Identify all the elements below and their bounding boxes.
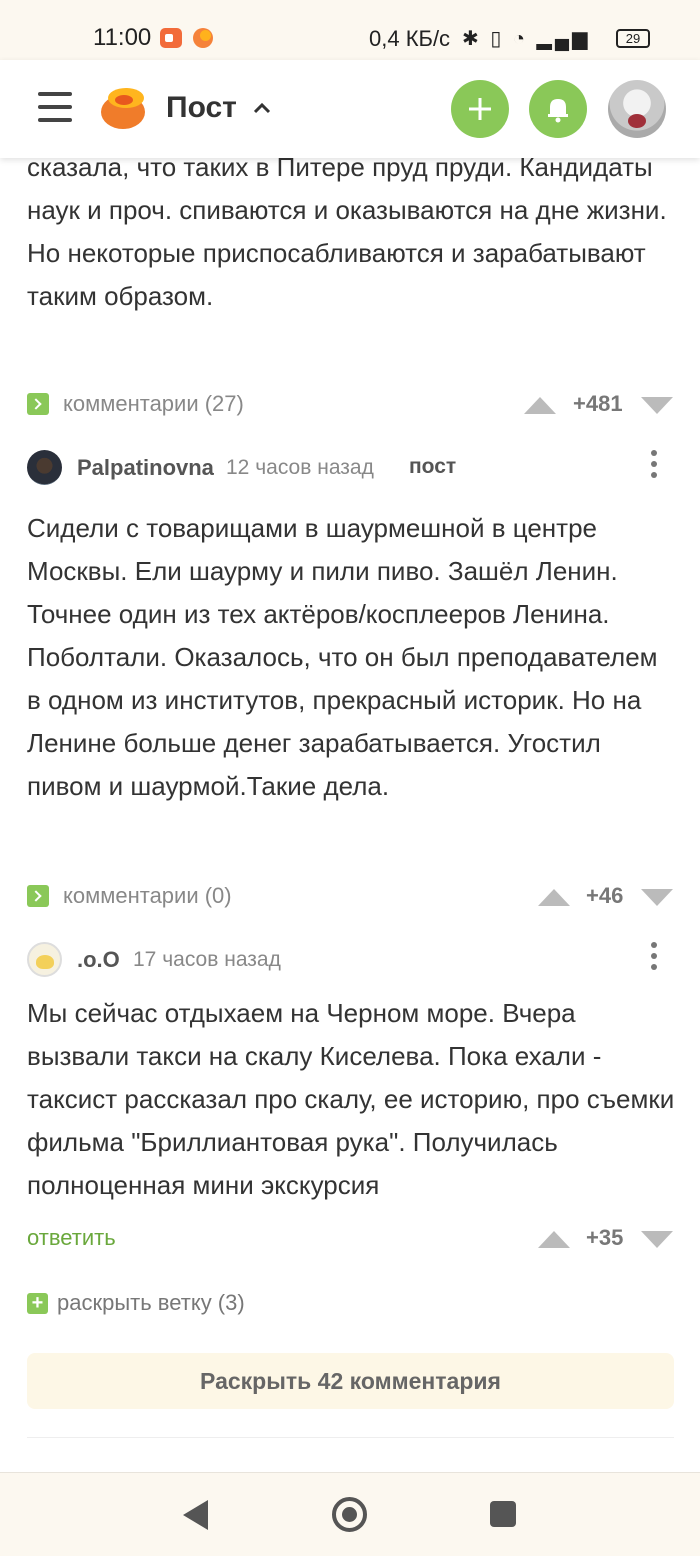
comment-time: 12 часов назад	[226, 456, 374, 479]
battery-icon: 29	[616, 29, 650, 48]
upvote-icon[interactable]	[538, 889, 570, 906]
expand-branch[interactable]: + раскрыть ветку (3)	[27, 1290, 427, 1318]
user-avatar[interactable]	[608, 80, 666, 138]
screen-record-icon	[160, 28, 182, 48]
plus-icon	[469, 98, 491, 120]
author-name[interactable]: .o.O	[77, 947, 120, 973]
comment-header: Palpatinovna 12 часов назад пост	[27, 450, 677, 486]
recent-apps-icon[interactable]	[490, 1501, 516, 1527]
comment-text: Сидели с товарищами в шаурмешной в центр…	[27, 513, 658, 801]
comments-link[interactable]: комментарии (0)	[63, 883, 232, 909]
chevron-right-icon[interactable]	[27, 885, 49, 907]
home-icon[interactable]	[332, 1497, 367, 1532]
menu-icon[interactable]	[38, 92, 72, 124]
pikabu-logo[interactable]	[98, 84, 148, 132]
comment-footer: ответить +35	[27, 1223, 677, 1253]
system-nav-bar	[0, 1472, 700, 1556]
reply-link[interactable]: ответить	[27, 1225, 116, 1251]
upvote-icon[interactable]	[524, 397, 556, 414]
avatar[interactable]	[27, 942, 62, 977]
network-speed: 0,4 КБ/с	[369, 26, 451, 51]
plus-icon: +	[27, 1293, 48, 1314]
comment-time: 17 часов назад	[133, 948, 281, 971]
comment-text: Мы сейчас отдыхаем на Черном море. Вчера…	[27, 998, 675, 1200]
comment-text: сказала, что таких в Питере пруд пруди. …	[27, 152, 667, 311]
back-icon[interactable]	[183, 1500, 208, 1530]
upvote-icon[interactable]	[538, 1231, 570, 1248]
score: +35	[586, 1225, 624, 1250]
notification-app-icon	[193, 28, 213, 48]
status-bar: 11:00 0,4 КБ/с ✱ ▯ ◔ ▂▄▆ 29	[0, 0, 700, 64]
comments-link[interactable]: комментарии (27)	[63, 391, 244, 417]
author-name[interactable]: Palpatinovna	[77, 455, 214, 481]
notifications-button[interactable]	[529, 80, 587, 138]
post-tag: пост	[409, 455, 457, 478]
avatar[interactable]	[27, 450, 62, 485]
comment-header: .o.O 17 часов назад	[27, 942, 677, 978]
expand-branch-label: раскрыть ветку (3)	[57, 1290, 245, 1315]
bell-icon	[548, 99, 568, 123]
clock: 11:00	[93, 24, 152, 51]
comment-footer: комментарии (27) +481	[27, 389, 677, 419]
divider	[27, 1437, 674, 1438]
expand-all-comments-button[interactable]: Раскрыть 42 комментария	[27, 1353, 674, 1409]
chevron-right-icon[interactable]	[27, 393, 49, 415]
comment-footer: комментарии (0) +46	[27, 881, 677, 911]
status-icons: ✱ ▯ ◔ ▂▄▆	[462, 28, 591, 50]
add-post-button[interactable]	[451, 80, 509, 138]
chevron-up-icon[interactable]	[250, 96, 274, 120]
page-title[interactable]: Пост	[166, 91, 237, 125]
downvote-icon[interactable]	[641, 889, 673, 906]
more-options-icon[interactable]	[651, 942, 657, 972]
score: +46	[586, 883, 624, 908]
app-header: Пост	[0, 60, 700, 158]
score: +481	[573, 391, 623, 416]
downvote-icon[interactable]	[641, 397, 673, 414]
downvote-icon[interactable]	[641, 1231, 673, 1248]
more-options-icon[interactable]	[651, 450, 657, 480]
